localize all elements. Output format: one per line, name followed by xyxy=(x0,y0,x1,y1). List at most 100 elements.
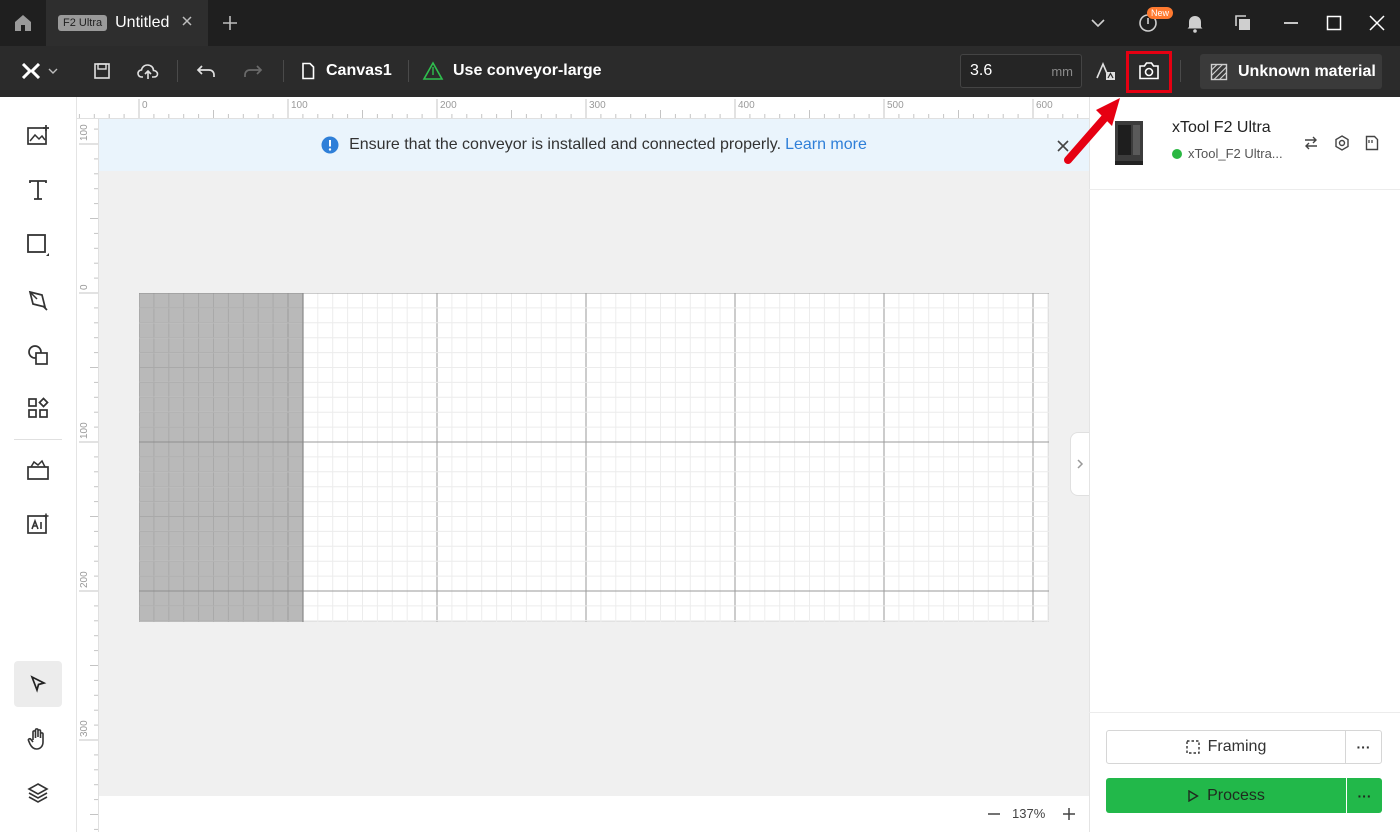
device-storage-button[interactable] xyxy=(1362,133,1382,153)
projects-tool-button[interactable] xyxy=(14,447,62,493)
conveyor-mode-button[interactable]: Use conveyor-large xyxy=(422,56,602,86)
close-icon xyxy=(1369,15,1385,31)
conveyor-label: Use conveyor-large xyxy=(453,62,602,79)
switch-device-button[interactable] xyxy=(1301,133,1321,153)
layers-icon xyxy=(27,783,49,803)
chevron-right-icon xyxy=(1077,459,1084,469)
hand-tool-button[interactable] xyxy=(14,716,62,762)
new-badge: New xyxy=(1147,7,1174,19)
minimize-icon xyxy=(1284,22,1298,24)
redo-button[interactable] xyxy=(239,56,267,86)
zoom-level[interactable]: 137% xyxy=(1012,806,1045,821)
ruler-label: 300 xyxy=(589,100,606,111)
collapse-panel-button[interactable] xyxy=(1070,432,1089,496)
conveyor-notice-banner: Ensure that the conveyor is installed an… xyxy=(99,119,1089,171)
app-menu-button[interactable] xyxy=(16,56,64,86)
device-settings-button[interactable] xyxy=(1332,133,1352,153)
info-icon xyxy=(321,136,339,154)
title-bar: F2 Ultra Untitled New xyxy=(0,0,1400,46)
more-icon: ··· xyxy=(1356,739,1371,755)
process-label: Process xyxy=(1207,786,1265,804)
ruler-label: 0 xyxy=(142,100,148,111)
folder-icon xyxy=(27,459,49,480)
layers-tool-button[interactable] xyxy=(14,770,62,816)
more-icon: ··· xyxy=(1357,787,1372,804)
redo-icon xyxy=(244,65,263,77)
ruler-label: 100 xyxy=(79,422,90,439)
ruler-label: 100 xyxy=(79,124,90,141)
auto-measure-icon xyxy=(1096,61,1115,80)
material-label: Unknown material xyxy=(1238,62,1376,80)
notifications-button[interactable] xyxy=(1180,8,1210,38)
toolbar-divider xyxy=(177,60,178,82)
close-icon[interactable] xyxy=(180,14,194,28)
undo-button[interactable] xyxy=(192,56,220,86)
ruler-ticks: 100 0 100 200 300 xyxy=(79,124,98,830)
plus-icon xyxy=(1063,808,1075,820)
material-selector[interactable]: Unknown material xyxy=(1200,54,1382,89)
close-window-button[interactable] xyxy=(1362,8,1392,38)
sidebar-divider xyxy=(14,439,62,440)
text-tool-button[interactable] xyxy=(14,167,62,213)
conveyor-blocked-zone xyxy=(139,293,303,622)
process-button[interactable]: Process xyxy=(1106,778,1346,813)
work-area-grid xyxy=(139,293,1049,622)
maximize-button[interactable] xyxy=(1319,8,1349,38)
image-tool-button[interactable] xyxy=(14,112,62,158)
left-tool-sidebar xyxy=(0,97,77,832)
auto-measure-button[interactable] xyxy=(1091,56,1119,86)
ruler-label: 100 xyxy=(291,100,308,111)
new-tab-button[interactable] xyxy=(216,10,244,36)
tab-title: Untitled xyxy=(115,14,170,31)
ai-tool-button[interactable] xyxy=(14,501,62,547)
device-name: xTool F2 Ultra xyxy=(1172,119,1271,136)
tabs-dropdown-button[interactable] xyxy=(1083,8,1113,38)
tab-device-badge: F2 Ultra xyxy=(58,15,108,31)
select-tool-button[interactable] xyxy=(14,661,62,707)
pen-tool-button[interactable] xyxy=(14,277,62,323)
bell-icon xyxy=(1187,16,1203,33)
save-button[interactable] xyxy=(88,56,116,86)
elements-tool-button[interactable] xyxy=(14,332,62,378)
vertical-ruler: 100 0 100 200 300 xyxy=(77,119,99,832)
learn-more-link[interactable]: Learn more xyxy=(785,136,867,154)
panel-divider xyxy=(1089,712,1400,713)
ruler-label: 400 xyxy=(738,100,755,111)
notice-text: Ensure that the conveyor is installed an… xyxy=(349,136,782,153)
ruler-label: 0 xyxy=(79,284,90,290)
right-panel xyxy=(1089,97,1400,832)
toolbar-divider xyxy=(408,60,409,82)
document-tab[interactable]: F2 Ultra Untitled xyxy=(46,0,208,46)
main-toolbar: Canvas1 Use conveyor-large mm xyxy=(0,46,1400,97)
process-more-button[interactable]: ··· xyxy=(1347,778,1382,813)
canvas-selector[interactable]: Canvas1 xyxy=(300,56,392,86)
apps-tool-button[interactable] xyxy=(14,385,62,431)
horizontal-ruler: 0 100 200 300 400 500 600 xyxy=(77,97,1089,119)
copy-icon xyxy=(1235,15,1250,30)
framing-button[interactable]: Framing xyxy=(1106,730,1346,764)
framing-more-button[interactable]: ··· xyxy=(1345,730,1382,764)
undo-icon xyxy=(196,65,215,77)
toolbar-divider xyxy=(1180,60,1181,82)
conveyor-icon xyxy=(422,61,444,80)
plus-icon xyxy=(223,16,237,30)
device-header xyxy=(1089,97,1400,190)
thickness-input[interactable] xyxy=(961,55,1051,87)
zoom-in-button[interactable] xyxy=(1060,805,1078,823)
cloud-upload-icon xyxy=(137,64,159,79)
annotation-arrow xyxy=(1064,98,1120,164)
shape-tool-button[interactable] xyxy=(14,222,62,268)
device-connection[interactable]: xTool_F2 Ultra... xyxy=(1172,146,1283,161)
zoom-out-button[interactable] xyxy=(985,805,1003,823)
ruler-label: 500 xyxy=(887,100,904,111)
shapes-icon xyxy=(28,345,48,365)
upload-cloud-button[interactable] xyxy=(133,56,163,86)
square-icon xyxy=(27,234,49,256)
minimize-button[interactable] xyxy=(1276,8,1306,38)
home-button[interactable] xyxy=(0,0,46,46)
windows-button[interactable] xyxy=(1228,8,1258,38)
framing-icon xyxy=(1185,740,1200,754)
home-icon xyxy=(15,15,31,31)
apps-icon xyxy=(28,397,49,418)
material-icon xyxy=(1210,63,1228,80)
